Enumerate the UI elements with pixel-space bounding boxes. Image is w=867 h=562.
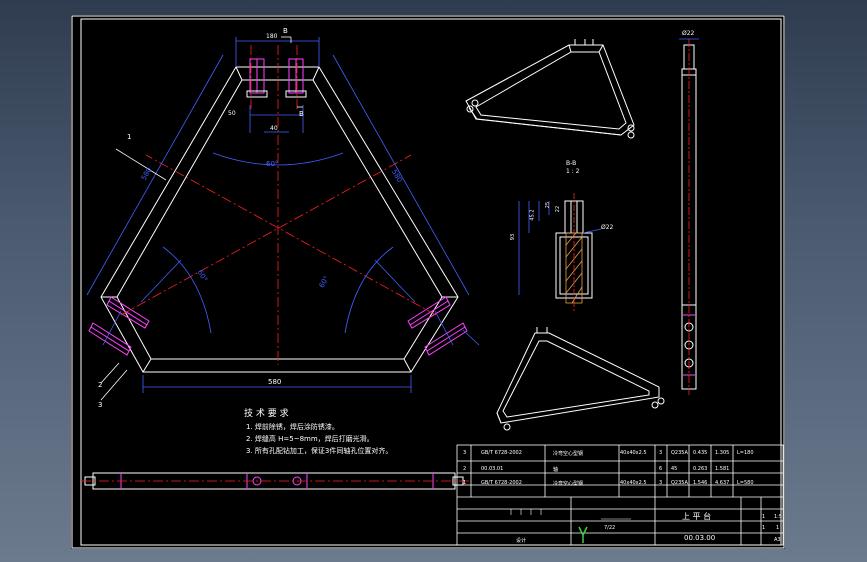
tech-item-1: 1. 焊前除锈，焊后涂防锈漆。 (246, 423, 339, 431)
tech-item-3: 3. 所有孔配钻加工，保证3件同轴孔位置对齐。 (246, 447, 393, 455)
sheet-total: 1 (776, 525, 780, 531)
callout-3: 3 (98, 401, 103, 409)
drawing-scale: 1:5 (774, 514, 783, 520)
bom-mat-1: Q235A (671, 480, 688, 486)
design-date: 7/22 (604, 525, 616, 531)
section-h1: 25 (545, 201, 552, 209)
bom-w2-1: 4.637 (715, 480, 730, 486)
section-h2: 45.2 (529, 209, 536, 221)
bom-note-1: L=580 (737, 480, 754, 486)
section-mark-top: B (283, 27, 288, 35)
sheet-no: 1 (762, 525, 766, 531)
dim-bottom-len: 580 (268, 378, 282, 386)
callout-2: 2 (98, 381, 103, 389)
top-pin-bosses (249, 58, 304, 94)
dimension-lines (86, 37, 480, 393)
drawing-canvas (71, 15, 785, 549)
bom-w2-3: 1.305 (715, 450, 730, 456)
dim-top-small: 40 (270, 125, 278, 132)
bom-name-2: 轴 (553, 467, 559, 473)
bom-no-3: 3 (463, 450, 467, 456)
tech-title: 技 术 要 求 (244, 409, 289, 419)
section-mark-bottom: B (299, 110, 304, 118)
section-scale: 1 : 2 (566, 168, 580, 175)
center-lines (120, 45, 437, 365)
section-label: B-B (566, 160, 577, 167)
bom-qty-1: 3 (659, 480, 663, 486)
dim-inner-angle: 60° (266, 160, 279, 168)
title-block (456, 444, 784, 546)
drawing-code: 00.03.00 (684, 534, 716, 542)
bom-code-1: GB/T 6728-2002 (481, 480, 522, 486)
bom-qty-3: 3 (659, 450, 663, 456)
bom-w1-1: 1.546 (693, 480, 708, 486)
section-h3: 93 (510, 233, 517, 241)
bom-code-2: 00.03.01 (481, 466, 504, 472)
bom-mat-2: 45 (671, 466, 678, 472)
dim-top-gap: 50 (228, 110, 236, 117)
tech-item-2: 2. 焊缝高 H=5~8mm，焊后打磨光滑。 (246, 435, 374, 443)
bom-w1-2: 0.263 (693, 466, 708, 472)
left-pin-bosses (88, 296, 150, 356)
right-pin-bosses (407, 296, 468, 356)
bom-name-3: 冷弯空心型钢 (553, 451, 584, 457)
callout-1: 1 (127, 133, 132, 141)
drawing-size: A3 (774, 537, 781, 543)
drawing-sheet (71, 15, 785, 549)
iso-view-bottom (496, 327, 665, 431)
bom-w2-2: 1.581 (715, 466, 730, 472)
bom-qty-2: 6 (659, 466, 663, 472)
side-dia: Ø22 (682, 30, 695, 37)
bom-code-3: GB/T 6728-2002 (481, 450, 522, 456)
bom-no-2: 2 (463, 466, 467, 472)
bom-no-1: 1 (463, 480, 467, 486)
bom-mat-3: Q235A (671, 450, 688, 456)
bom-note-3: L=180 (737, 450, 754, 456)
bom-w1-3: 0.435 (693, 450, 708, 456)
part-name: 上 平 台 (682, 512, 712, 521)
section-h4: 22 (555, 205, 562, 213)
part-count: 1 (762, 514, 766, 520)
logo-mark (578, 526, 588, 543)
bom-spec-3: 40x40x2.5 (620, 450, 647, 456)
bom-name-1: 冷弯空心型钢 (553, 481, 584, 487)
iso-view-top (465, 39, 635, 139)
main-frame-view (100, 66, 459, 373)
bom-spec-1: 40x40x2.5 (620, 480, 647, 486)
designer-label: 设计 (516, 538, 527, 544)
dim-top-width: 180 (266, 33, 278, 40)
section-dia: Ø22 (601, 224, 614, 231)
